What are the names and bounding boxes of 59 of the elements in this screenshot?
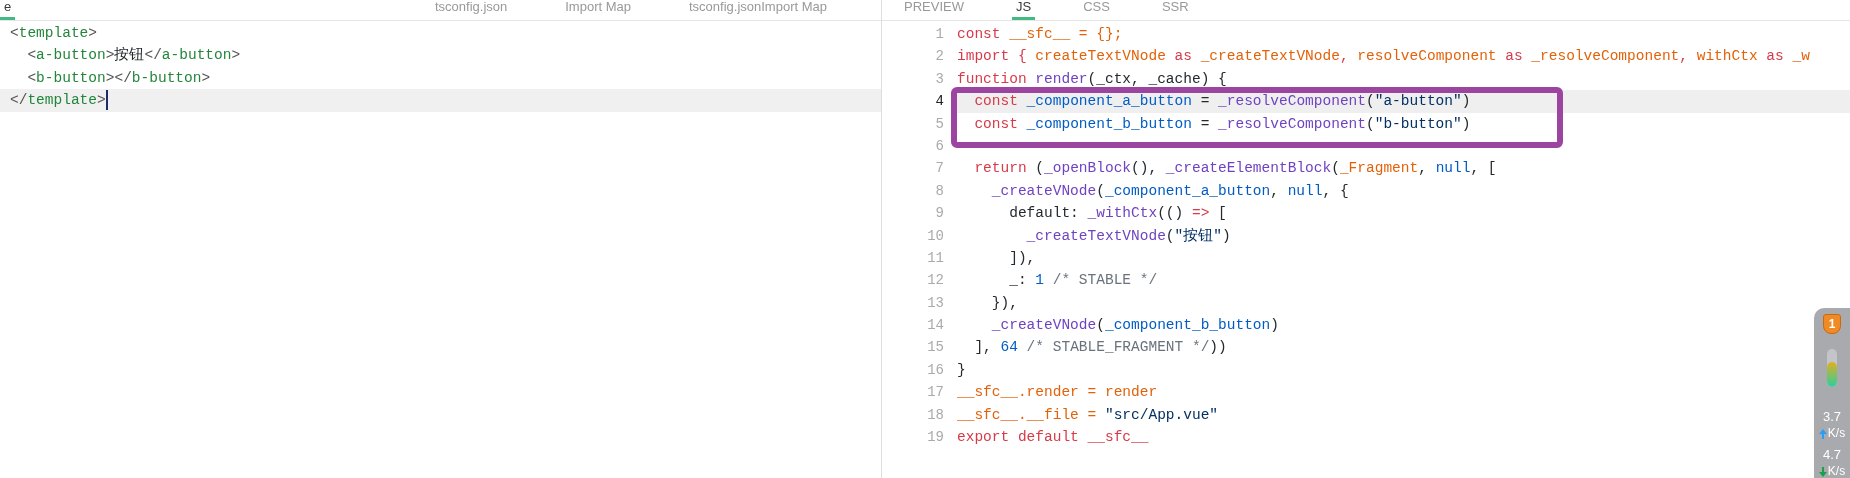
code-line: }: [957, 361, 966, 378]
line-number: 13: [926, 293, 945, 313]
upload-speed: 3.7: [1822, 410, 1842, 424]
code-line: default: _withCtx(() => [: [1008, 205, 1227, 222]
line-number: 14: [926, 316, 945, 336]
code-line: <a-button>按钮</a-button>: [26, 46, 241, 66]
code-line: __sfc__.render = render: [957, 384, 1158, 401]
line-number: 1: [934, 25, 945, 44]
code-line: ], 64 /* STABLE_FRAGMENT */)): [973, 339, 1227, 356]
line-number: 12: [926, 271, 945, 291]
code-line: </template>: [10, 91, 106, 111]
shield-badge: 1: [1823, 314, 1841, 334]
download-unit: K/s: [1827, 465, 1846, 478]
line-number: 19: [926, 428, 945, 448]
code-line: <b-button></b-button>: [26, 68, 211, 88]
code-line: _createVNode(_component_b_button): [990, 317, 1279, 334]
code-line: const _component_a_button = _resolveComponent("a-button"): [973, 93, 1471, 110]
code-line: }),: [990, 294, 1018, 311]
memory-gauge: [1827, 349, 1837, 387]
editor-tab[interactable]: e: [0, 0, 16, 20]
code-line: const __sfc__ = {};: [957, 26, 1123, 42]
code-line: import { createTextVNode as _createTextVNode, resolveComponent as _resolveComponent, withCtx as _w: [957, 48, 1810, 65]
line-number: 5: [934, 114, 945, 134]
code-line: _createTextVNode("按钮"): [1025, 227, 1231, 244]
download-speed: 4.7: [1822, 448, 1842, 462]
editor-tab[interactable]: tsconfig.json: [430, 0, 512, 20]
line-number: 11: [926, 248, 945, 268]
line-number: 3: [934, 69, 945, 89]
line-number: 15: [926, 338, 945, 358]
upload-unit: K/s: [1827, 427, 1846, 440]
network-monitor-widget[interactable]: 1 3.7 K/s 4.7 K/s: [1814, 308, 1850, 478]
code-line: ]),: [1008, 249, 1036, 266]
code-line: _createVNode(_component_a_button, null, {: [990, 182, 1349, 199]
code-line: __sfc__.__file = "src/App.vue": [957, 406, 1219, 423]
output-tab[interactable]: CSS: [1079, 0, 1114, 20]
code-line: return (_openBlock(), _createElementBlock(_Fragment, null, [: [973, 160, 1497, 177]
up-arrow-icon: [1818, 428, 1827, 439]
code-line: <template>: [10, 24, 98, 43]
text-cursor: [105, 90, 108, 111]
output-tab[interactable]: PREVIEW: [900, 0, 968, 20]
code-line: _: 1 /* STABLE */: [1008, 272, 1158, 289]
line-number: 8: [934, 181, 945, 201]
line-number: 16: [926, 360, 945, 380]
editor-tab[interactable]: Import Map: [561, 0, 635, 20]
line-number: 6: [934, 136, 945, 156]
code-line: function render(_ctx, _cache) {: [957, 70, 1227, 87]
editor-tab[interactable]: tsconfig.jsonImport Map: [685, 0, 831, 20]
code-line: export default __sfc__: [957, 429, 1149, 446]
line-number: 10: [926, 226, 945, 246]
line-number: 2: [934, 47, 945, 67]
line-number: 4: [934, 92, 945, 112]
line-number: 18: [926, 405, 945, 425]
line-number: 17: [926, 383, 945, 403]
code-line: const _component_b_button = _resolveComponent("b-button"): [973, 115, 1471, 132]
line-number: 7: [934, 159, 945, 179]
output-tab[interactable]: SSR: [1157, 0, 1193, 20]
output-tab[interactable]: JS: [1011, 0, 1036, 20]
line-number: 9: [934, 204, 945, 224]
down-arrow-icon: [1818, 466, 1827, 477]
